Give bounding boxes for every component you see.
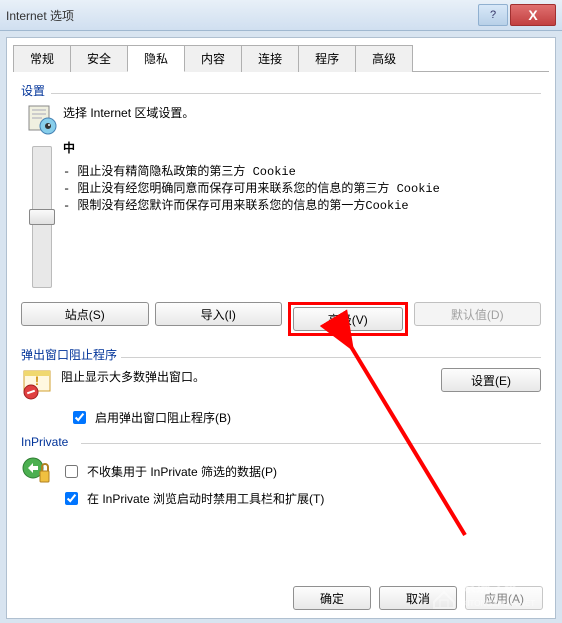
tab-advanced[interactable]: 高级 [355, 45, 413, 72]
advanced-button[interactable]: 高级(V) [293, 307, 403, 331]
settings-group-label: 设置 [21, 82, 541, 99]
popup-desc: 阻止显示大多数弹出窗口。 [61, 368, 433, 385]
bullet-2: - 阻止没有经您明确同意而保存可用来联系您的信息的第三方 Cookie [63, 181, 541, 198]
popup-settings-button[interactable]: 设置(E) [441, 368, 541, 392]
inprivate-icon [21, 454, 53, 486]
divider [51, 93, 541, 94]
inprivate-disable-toolbars-checkbox[interactable] [65, 492, 78, 505]
tab-programs[interactable]: 程序 [298, 45, 356, 72]
ok-button[interactable]: 确定 [293, 586, 371, 610]
bullet-1: - 阻止没有精简隐私政策的第三方 Cookie [63, 164, 541, 181]
tab-general[interactable]: 常规 [13, 45, 71, 72]
popup-blocker-icon: ! [21, 368, 53, 400]
inprivate-label: InPrivate [21, 435, 541, 449]
privacy-slider[interactable] [32, 146, 52, 288]
dialog-footer: 确定 取消 应用(A) [293, 586, 543, 610]
close-button[interactable]: X [510, 4, 556, 26]
tab-strip: 常规 安全 隐私 内容 连接 程序 高级 [13, 44, 549, 72]
default-button: 默认值(D) [414, 302, 542, 326]
cancel-button[interactable]: 取消 [379, 586, 457, 610]
icon-column [21, 104, 63, 288]
popup-blocker-section: 弹出窗口阻止程序 ! 阻止显示大多数弹出窗口。 设置(E) 启用弹出窗口阻止程序… [21, 346, 541, 427]
popup-blocker-label: 弹出窗口阻止程序 [21, 346, 541, 363]
globe-privacy-icon [26, 104, 58, 136]
divider [121, 357, 541, 358]
tab-security[interactable]: 安全 [70, 45, 128, 72]
tab-privacy[interactable]: 隐私 [127, 45, 185, 72]
tab-connections[interactable]: 连接 [241, 45, 299, 72]
help-button[interactable]: ? [478, 4, 508, 26]
slider-thumb[interactable] [29, 209, 55, 225]
privacy-level-name: 中 [63, 139, 541, 156]
button-row: 站点(S) 导入(I) 高级(V) 默认值(D) [21, 302, 541, 336]
sites-button[interactable]: 站点(S) [21, 302, 149, 326]
svg-text:!: ! [35, 374, 39, 388]
title-bar: Internet 选项 ? X [0, 0, 562, 31]
privacy-bullet-list: - 阻止没有精简隐私政策的第三方 Cookie - 阻止没有经您明确同意而保存可… [63, 164, 541, 214]
bullet-3: - 限制没有经您默许而保存可用来联系您的信息的第一方Cookie [63, 198, 541, 215]
import-button[interactable]: 导入(I) [155, 302, 283, 326]
tab-content-area: 设置 选择 Internet 区域设置。 中 [7, 72, 555, 532]
highlight-box: 高级(V) [288, 302, 408, 336]
inprivate-nocollect-checkbox[interactable] [65, 465, 78, 478]
settings-row: 选择 Internet 区域设置。 中 - 阻止没有精简隐私政策的第三方 Coo… [21, 104, 541, 288]
inprivate-nocollect-label: 不收集用于 InPrivate 筛选的数据(P) [87, 463, 277, 480]
tab-content[interactable]: 内容 [184, 45, 242, 72]
enable-popup-blocker-checkbox[interactable] [73, 411, 86, 424]
inprivate-section: InPrivate 不收集用于 InPrivate 筛选的数据(P) [21, 435, 541, 516]
divider [81, 443, 541, 444]
enable-popup-blocker-label: 启用弹出窗口阻止程序(B) [95, 409, 231, 426]
settings-text: 选择 Internet 区域设置。 中 - 阻止没有精简隐私政策的第三方 Coo… [63, 104, 541, 288]
dialog-body: 常规 安全 隐私 内容 连接 程序 高级 设置 [6, 37, 556, 619]
window-title: Internet 选项 [6, 7, 476, 24]
inprivate-disable-toolbars-label: 在 InPrivate 浏览启动时禁用工具栏和扩展(T) [87, 490, 324, 507]
apply-button[interactable]: 应用(A) [465, 586, 543, 610]
settings-description: 选择 Internet 区域设置。 [63, 104, 541, 121]
